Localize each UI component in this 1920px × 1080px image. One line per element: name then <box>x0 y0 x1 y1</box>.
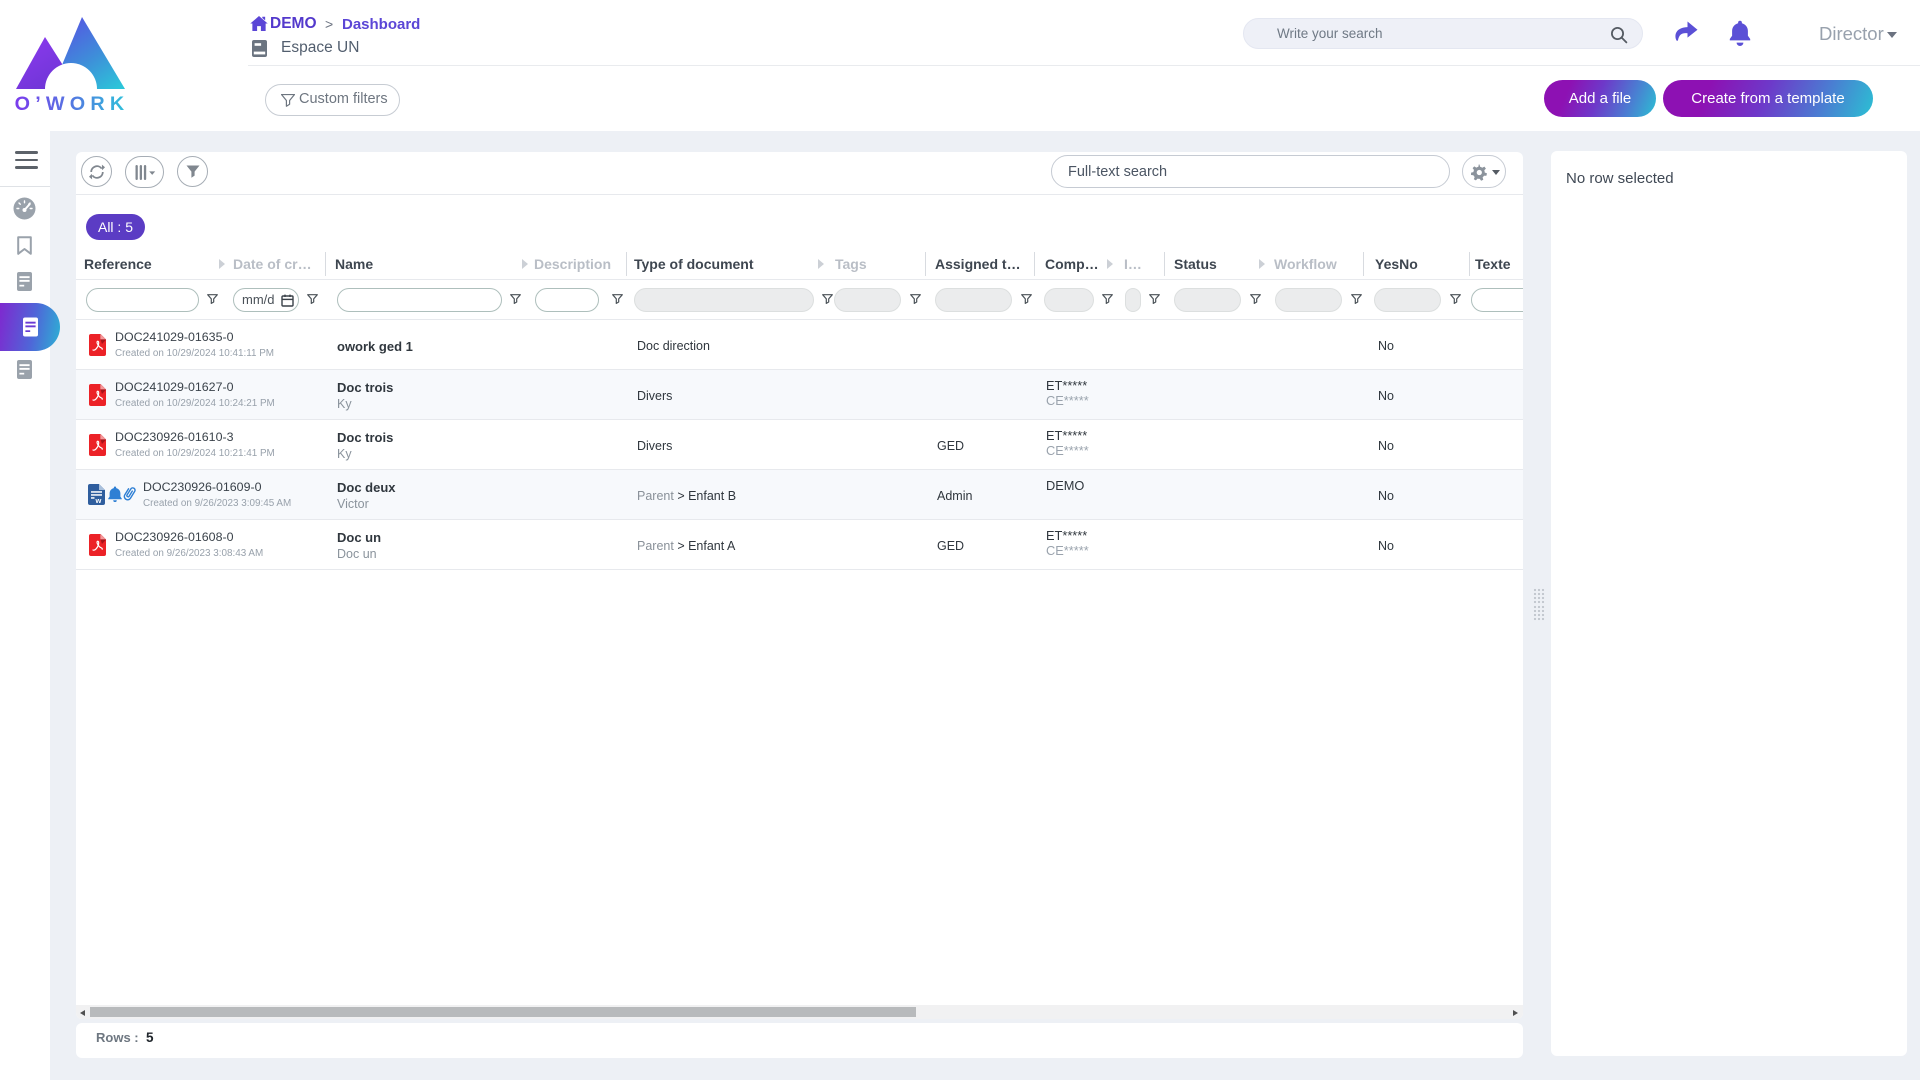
svg-text:w: w <box>95 496 102 505</box>
